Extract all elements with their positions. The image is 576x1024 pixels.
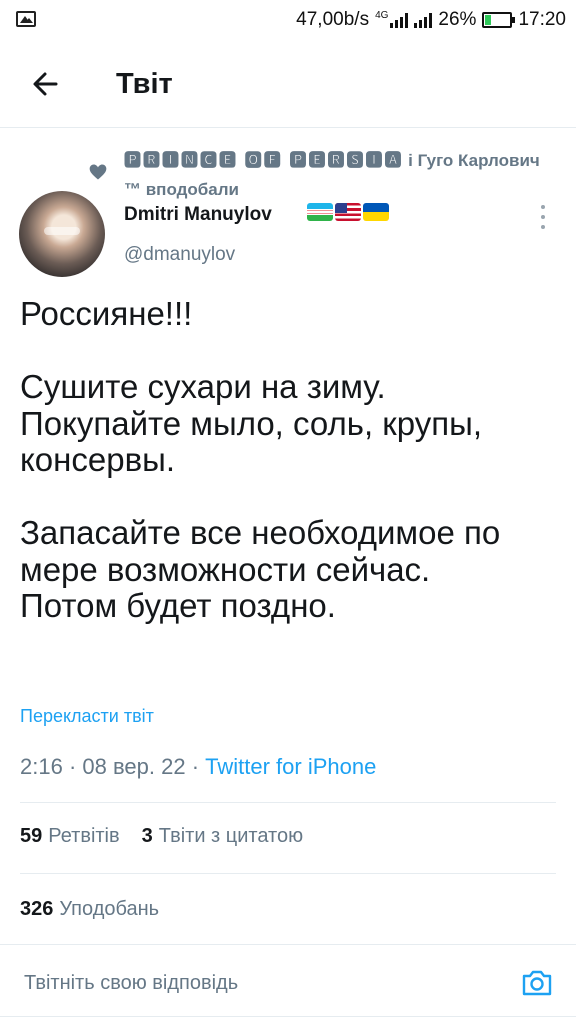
retweets-label: Ретвітів: [48, 825, 120, 847]
tweet-text: Россияне!!! Сушите сухари на зиму. Покупай…: [20, 295, 560, 625]
battery-icon: [482, 12, 516, 28]
battery-percent: 26%: [438, 9, 477, 30]
tweet-line: консервы.: [20, 441, 176, 478]
heart-icon: [89, 164, 107, 180]
quotes-stat[interactable]: 3 Твіти з цитатою: [142, 825, 303, 848]
retweets-stat[interactable]: 59 Ретвітів: [20, 825, 120, 848]
tweet-line: Покупайте мыло, соль, крупы,: [20, 404, 482, 442]
likes-stat[interactable]: 326 Уподобань: [20, 898, 159, 921]
quotes-count: 3: [141, 825, 153, 847]
network-type: 4G: [375, 10, 389, 21]
camera-icon[interactable]: [520, 966, 554, 1000]
signal-icon: [390, 12, 409, 28]
more-options-icon[interactable]: [534, 205, 552, 229]
avatar[interactable]: [19, 191, 105, 277]
tweet-line: Россияне!!!: [20, 295, 193, 332]
divider: [20, 873, 556, 874]
author-name[interactable]: Dmitri Manuylov: [124, 204, 272, 226]
translate-tweet-link[interactable]: Перекласти твіт: [20, 706, 154, 727]
network-speed: 47,00b/s: [296, 9, 370, 30]
tweet-date: 08 вер. 22: [82, 754, 186, 779]
top-bar: Твіт: [0, 40, 576, 128]
back-arrow-icon[interactable]: [26, 64, 66, 104]
divider: [0, 944, 576, 945]
divider: [0, 1016, 576, 1017]
retweet-stats: 59 Ретвітів 3 Твіти з цитатою: [20, 825, 303, 848]
likes-count: 326: [20, 898, 54, 920]
liked-by-context[interactable]: 🅿🆁🅸🅽🅲🅴 🅾🅵 🅿🅴🆁🆂🅸🅰 і Гуго Карлович ™ вподо…: [124, 146, 544, 204]
retweets-count: 59: [20, 825, 43, 847]
clock: 17:20: [518, 9, 566, 30]
usa-flag-icon: [335, 203, 361, 221]
tweet-line: Сушите сухари на зиму.: [20, 368, 386, 405]
tweet-meta: 2:16 · 08 вер. 22 · Twitter for iPhone: [20, 754, 377, 779]
author-flags: [307, 203, 389, 221]
status-bar-right: 47,00b/s 4G 26% 17:20: [296, 8, 566, 32]
quotes-label: Твіти з цитатою: [158, 825, 304, 847]
tweet-line: Потом будет поздно.: [20, 587, 336, 624]
tweet-time: 2:16: [20, 754, 63, 779]
tweet-line: мере возможности сейчас.: [20, 550, 431, 588]
page-title: Твіт: [116, 68, 173, 100]
status-bar: 47,00b/s 4G 26% 17:20: [0, 0, 576, 40]
tweet-line: Запасайте все необходимое по: [20, 514, 501, 551]
reply-input[interactable]: [24, 972, 464, 995]
liked-by-name[interactable]: 🅿🆁🅸🅽🅲🅴 🅾🅵 🅿🅴🆁🆂🅸🅰: [124, 151, 403, 170]
divider: [20, 802, 556, 803]
ukraine-flag-icon: [363, 203, 389, 221]
uzbekistan-flag-icon: [307, 203, 333, 221]
signal-icon-2: [414, 12, 433, 28]
image-notification-icon: [16, 11, 36, 27]
author-handle[interactable]: @dmanuylov: [124, 244, 235, 266]
likes-label: Уподобань: [59, 898, 160, 920]
tweet-source-link[interactable]: Twitter for iPhone: [205, 754, 376, 779]
